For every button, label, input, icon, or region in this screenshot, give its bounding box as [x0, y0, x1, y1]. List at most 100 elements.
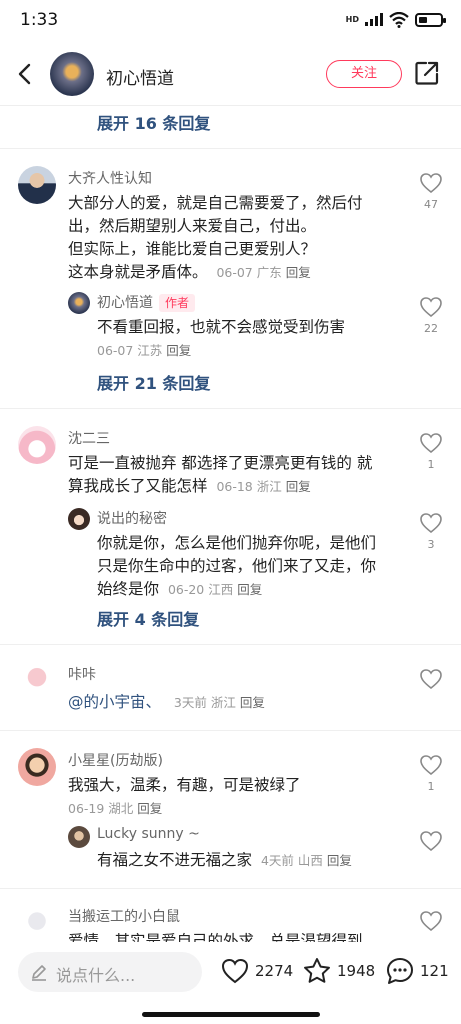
like-button[interactable]: 1 [418, 754, 444, 793]
reply-date-location: 06-20 江西 [167, 582, 234, 597]
commenter-name[interactable]: 大齐人性认知 [68, 168, 152, 188]
reply-text: 有福之女不进无福之家 4天前 山西 回复 [97, 849, 402, 872]
share-icon[interactable] [414, 60, 440, 86]
comment-list[interactable]: 展开 16 条回复 大齐人性认知 大部分人的爱，就是自己需要爱了，然后付 出，然… [0, 106, 461, 942]
like-count: 1 [427, 458, 435, 471]
comment-date-location: 3天前 浙江 [173, 695, 236, 710]
top-bar: 初心悟道 关注 [0, 44, 461, 106]
status-bar: 1:33 HD [0, 0, 461, 42]
author-badge: 作者 [159, 294, 196, 312]
reply-line: 只是你生命中的过客，他们来了又走，你 [97, 557, 377, 575]
replier-avatar[interactable] [68, 292, 90, 314]
like-button[interactable]: 22 [418, 296, 444, 335]
replier-avatar[interactable] [68, 826, 90, 848]
status-icons: HD [345, 12, 446, 28]
back-icon[interactable] [12, 60, 40, 88]
comment-text: 爱情，其实是爱自己的外求，总是渴望得到 [68, 930, 398, 942]
replier-name[interactable]: 初心悟道 [97, 295, 153, 311]
comment-line: 我强大，温柔，有趣，可是被绿了 [68, 776, 301, 794]
reply-link[interactable]: 回复 [286, 479, 311, 494]
reply-meta: 06-07 江苏 回复 [97, 339, 397, 362]
reply-line: 始终是你 [97, 580, 160, 598]
pen-icon [32, 965, 46, 981]
comment-text: 大部分人的爱，就是自己需要爱了，然后付 出，然后期望别人来爱自己，付出。 但实际… [68, 192, 398, 284]
replier-avatar[interactable] [68, 508, 90, 530]
reply-meta: 06-20 江西 回复 [164, 582, 262, 597]
heart-icon [420, 669, 442, 690]
author-avatar[interactable] [50, 52, 94, 96]
heart-icon [420, 513, 442, 534]
like-post-button[interactable]: 2274 [220, 956, 293, 986]
comment-date-location: 06-18 浙江 [216, 479, 282, 494]
commenter-name[interactable]: 沈二三 [68, 428, 110, 448]
like-button[interactable] [418, 830, 444, 852]
reply-line: 有福之女不进无福之家 [97, 851, 253, 869]
replier-name-row: 初心悟道 作者 [97, 292, 196, 312]
heart-icon [420, 433, 442, 454]
heart-icon [420, 831, 442, 852]
reply-link[interactable]: 回复 [327, 853, 352, 868]
home-indicator[interactable] [142, 1012, 320, 1017]
hd-icon: HD [345, 15, 359, 24]
comment-text: 可是一直被抛弃 都选择了更漂亮更有钱的 就 算我成长了又能怎样 06-18 浙江… [68, 452, 398, 498]
divider [0, 730, 461, 731]
reply-text: 不看重回报，也就不会感觉受到伤害 06-07 江苏 回复 [97, 316, 397, 362]
heart-icon [420, 173, 442, 194]
comment-text: 我强大，温柔，有趣，可是被绿了 06-19 湖北 回复 [68, 774, 398, 820]
reply-link[interactable]: 回复 [240, 695, 265, 710]
heart-icon [420, 297, 442, 318]
comment-line: 可是一直被抛弃 都选择了更漂亮更有钱的 就 [68, 454, 373, 472]
like-count: 47 [424, 198, 438, 211]
comment-line: 爱情，其实是爱自己的外求，总是渴望得到 [68, 932, 363, 942]
comment-line: 出，然后期望别人来爱自己，付出。 [68, 217, 317, 235]
expand-replies-button[interactable]: 展开 16 条回复 [97, 110, 210, 134]
reply-link[interactable]: 回复 [237, 582, 262, 597]
comments-button[interactable]: 121 [385, 956, 449, 986]
commenter-avatar[interactable] [18, 904, 56, 942]
comment-input[interactable]: 说点什么... [18, 952, 202, 992]
reply-line: 你就是你，怎么是他们抛弃你呢，是他们 [97, 534, 377, 552]
commenter-avatar[interactable] [18, 662, 56, 700]
wifi-icon [389, 12, 409, 28]
status-time: 1:33 [20, 10, 59, 30]
like-button[interactable] [418, 668, 444, 690]
heart-icon [221, 958, 249, 984]
expand-replies-button[interactable]: 展开 21 条回复 [97, 370, 210, 394]
reply-link[interactable]: 回复 [286, 265, 311, 280]
expand-replies-button[interactable]: 展开 4 条回复 [97, 606, 199, 630]
divider [0, 408, 461, 409]
like-button[interactable]: 47 [418, 172, 444, 211]
author-name[interactable]: 初心悟道 [106, 64, 174, 89]
mention-link[interactable]: @的小宇宙、 [68, 693, 161, 711]
battery-icon [415, 13, 446, 27]
divider [0, 148, 461, 149]
reply-link[interactable]: 回复 [137, 801, 162, 816]
replier-name[interactable]: Lucky sunny ~ [97, 826, 200, 842]
divider [0, 644, 461, 645]
comment-date-location: 06-19 湖北 [68, 801, 134, 816]
commenter-avatar[interactable] [18, 748, 56, 786]
commenter-name[interactable]: 当搬运工的小白鼠 [68, 906, 180, 926]
like-count: 1 [427, 780, 435, 793]
reply-text: 你就是你，怎么是他们抛弃你呢，是他们 只是你生命中的过客，他们来了又走，你 始终… [97, 532, 402, 601]
commenter-avatar[interactable] [18, 166, 56, 204]
favorite-button[interactable]: 1948 [302, 956, 375, 986]
commenter-name[interactable]: 小星星(历劫版) [68, 750, 163, 770]
reply-meta: 4天前 山西 回复 [257, 853, 352, 868]
like-button[interactable]: 3 [418, 512, 444, 551]
like-button[interactable] [418, 910, 444, 932]
like-count: 2274 [255, 962, 294, 980]
commenter-name[interactable]: 咔咔 [68, 664, 96, 684]
comment-text: @的小宇宙、 3天前 浙江 回复 [68, 691, 398, 714]
favorite-count: 1948 [337, 962, 376, 980]
commenter-avatar[interactable] [18, 426, 56, 464]
comment-line: 这本身就是矛盾体。 [68, 263, 208, 281]
comment-bubble-icon [387, 958, 413, 984]
like-button[interactable]: 1 [418, 432, 444, 471]
reply-date-location: 4天前 山西 [260, 853, 323, 868]
divider [0, 888, 461, 889]
comment-date-location: 06-07 广东 [216, 265, 282, 280]
follow-button[interactable]: 关注 [326, 60, 402, 88]
reply-link[interactable]: 回复 [166, 343, 191, 358]
replier-name[interactable]: 说出的秘密 [97, 508, 167, 528]
